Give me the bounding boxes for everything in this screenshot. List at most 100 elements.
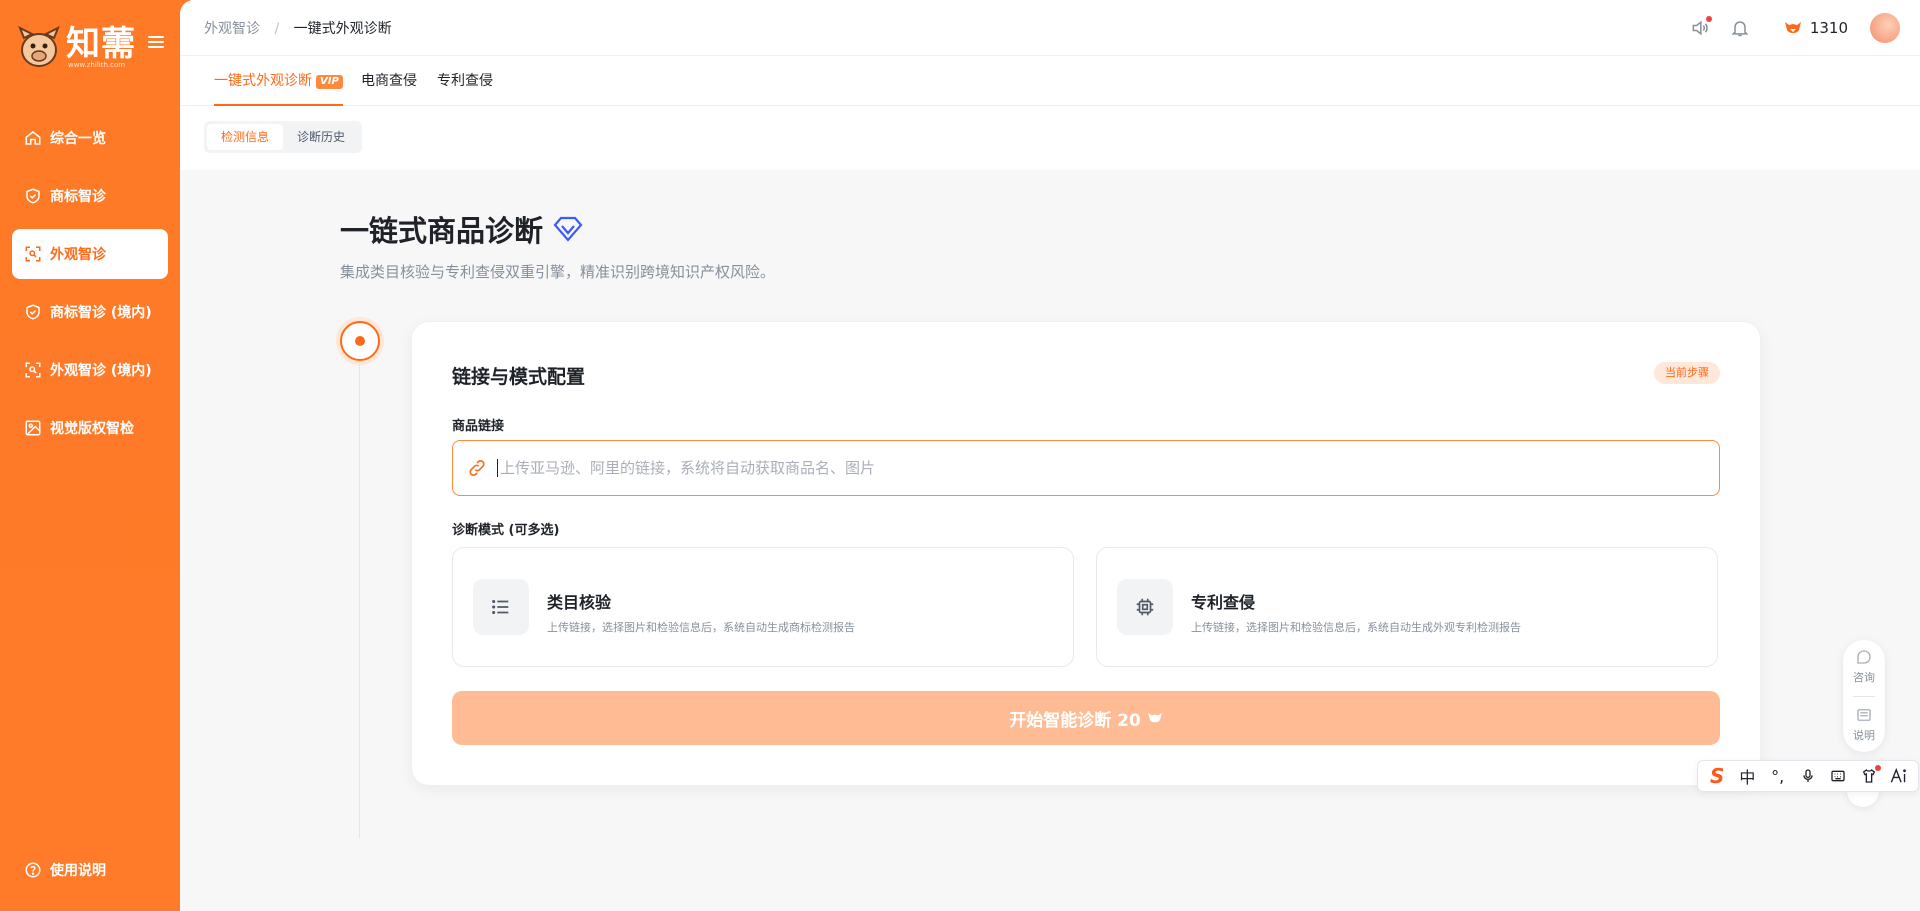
coin-count: 1310 <box>1809 19 1848 37</box>
link-icon <box>469 459 485 477</box>
subtabs: 检测信息 诊断历史 <box>204 121 363 153</box>
subtab-history[interactable]: 诊断历史 <box>283 124 359 150</box>
sidebar-item-trademark[interactable]: 商标智诊 <box>12 171 168 221</box>
link-label: 商品链接 <box>452 419 505 434</box>
brand-logo[interactable]: 知薷 www.zhilith.com <box>16 24 166 72</box>
subtab-detect-info[interactable]: 检测信息 <box>207 124 284 150</box>
sidebar-item-label: 商标智诊 (境内) <box>50 305 152 321</box>
subtabs-bar: 检测信息 诊断历史 <box>180 106 1920 170</box>
ime-punct-toggle[interactable]: °, <box>1766 764 1790 788</box>
top-right-actions: 1310 <box>1690 12 1900 44</box>
config-card: 链接与模式配置 当前步骤 商品链接 诊断模式 (可多选) 类目核验 上传链接，选… <box>411 321 1761 786</box>
guide-button[interactable]: 说明 <box>1843 706 1885 743</box>
mode-card-patent[interactable]: 专利查侵 上传链接，选择图片和检验信息后，系统自动生成外观专利检测报告 <box>1096 547 1718 667</box>
mode-label: 诊断模式 (可多选) <box>452 523 560 538</box>
home-icon <box>25 131 41 145</box>
skin-icon[interactable] <box>1857 764 1881 788</box>
main-panel: 外观智诊 / 一键式外观诊断 1310 一键式外观诊断 VIP 电商查侵 专利查… <box>180 0 1920 911</box>
tab-label: 一键式外观诊断 <box>214 73 312 89</box>
mode-icon-wrap <box>1117 579 1173 635</box>
ai-icon[interactable] <box>1887 764 1911 788</box>
avatar[interactable] <box>1870 13 1900 43</box>
notification-button[interactable] <box>1730 18 1750 38</box>
tab-one-click-design[interactable]: 一键式外观诊断 VIP <box>214 56 343 106</box>
shield-check-icon <box>26 304 40 320</box>
sidebar-item-overview[interactable]: 综合一览 <box>12 113 168 163</box>
step-line <box>359 364 360 838</box>
sidebar-item-label: 外观智诊 <box>50 247 106 263</box>
vip-badge: VIP <box>316 75 343 89</box>
unread-dot <box>1874 765 1881 771</box>
mode-name: 类目核验 <box>547 593 612 612</box>
current-step-badge: 当前步骤 <box>1654 362 1720 384</box>
fox-coin-icon <box>1784 22 1801 33</box>
start-button-label: 开始智能诊断 20 <box>1009 710 1141 731</box>
start-diagnosis-button[interactable]: 开始智能诊断 20 <box>452 691 1720 745</box>
microphone-icon[interactable] <box>1796 764 1820 788</box>
ime-lang-toggle[interactable]: 中 <box>1735 764 1759 788</box>
breadcrumb-separator: / <box>274 21 280 37</box>
link-input[interactable] <box>497 459 1677 477</box>
sidebar-item-label: 商标智诊 <box>50 189 106 205</box>
content-area: 一链式商品诊断 集成类目核验与专利查侵双重引擎，精准识别跨境知识产权风险。 链接… <box>180 170 1920 911</box>
consult-button[interactable]: 咨询 <box>1843 648 1885 685</box>
announcement-button[interactable] <box>1690 16 1712 38</box>
breadcrumb-current: 一键式外观诊断 <box>293 21 392 37</box>
mode-card-category[interactable]: 类目核验 上传链接，选择图片和检验信息后，系统自动生成商标检测报告 <box>452 547 1074 667</box>
chat-icon <box>1857 650 1871 664</box>
sidebar-item-label: 外观智诊 (境内) <box>50 363 152 379</box>
breadcrumb: 外观智诊 / 一键式外观诊断 <box>204 18 392 38</box>
mode-desc: 上传链接，选择图片和检验信息后，系统自动生成商标检测报告 <box>547 621 855 634</box>
diamond-icon <box>553 216 583 242</box>
mode-name: 专利查侵 <box>1191 593 1256 612</box>
tab-label: 电商查侵 <box>361 73 417 89</box>
guide-label: 说明 <box>1853 729 1875 742</box>
float-divider <box>1853 696 1875 697</box>
card-title: 链接与模式配置 <box>452 366 586 388</box>
consult-label: 咨询 <box>1853 671 1875 684</box>
sidebar-item-label: 视觉版权智检 <box>50 421 134 437</box>
help-label: 使用说明 <box>50 863 106 879</box>
page-title-text: 一链式商品诊断 <box>340 214 544 248</box>
sogou-logo-icon[interactable]: S <box>1705 764 1729 788</box>
bell-icon <box>1731 21 1749 37</box>
fox-coin-icon <box>1147 712 1162 723</box>
coin-balance[interactable]: 1310 <box>1784 19 1848 37</box>
unread-dot <box>1705 16 1712 22</box>
brand-url: www.zhilith.com <box>68 61 126 69</box>
sidebar-item-copyright[interactable]: 视觉版权智检 <box>12 403 168 453</box>
menu-toggle-icon[interactable] <box>148 36 164 50</box>
sidebar-item-design[interactable]: 外观智诊 <box>12 229 168 279</box>
sidebar-item-design-domestic[interactable]: 外观智诊 (境内) <box>12 345 168 395</box>
top-bar: 外观智诊 / 一键式外观诊断 1310 <box>180 0 1920 56</box>
tab-ecommerce[interactable]: 电商查侵 <box>361 56 417 106</box>
scan-icon <box>25 362 41 378</box>
book-icon <box>1857 709 1871 721</box>
mascot-icon <box>18 25 60 67</box>
help-link[interactable]: 使用说明 <box>24 860 106 880</box>
page-subtitle: 集成类目核验与专利查侵双重引擎，精准识别跨境知识产权风险。 <box>340 263 776 281</box>
scan-icon <box>25 246 41 262</box>
list-icon <box>492 599 509 615</box>
link-input-wrapper[interactable] <box>452 440 1720 496</box>
floating-help-panel: 咨询 说明 <box>1843 640 1885 752</box>
chip-icon <box>1136 598 1154 616</box>
main-tabs: 一键式外观诊断 VIP 电商查侵 专利查侵 <box>180 56 1920 106</box>
shield-check-icon <box>26 188 40 204</box>
keyboard-icon[interactable] <box>1826 764 1850 788</box>
page-title: 一链式商品诊断 <box>340 208 583 250</box>
sidebar-item-trademark-domestic[interactable]: 商标智诊 (境内) <box>12 287 168 337</box>
step-indicator <box>340 321 380 361</box>
sidebar: 知薷 www.zhilith.com 综合一览 商标智诊 外观智诊 商标智诊 (… <box>0 0 180 911</box>
image-icon <box>25 420 41 436</box>
ime-toolbar: S 中 °, <box>1697 760 1919 792</box>
mode-icon-wrap <box>473 579 529 635</box>
breadcrumb-item[interactable]: 外观智诊 <box>204 21 260 37</box>
brand-name: 知薷 <box>66 24 136 64</box>
sidebar-item-label: 综合一览 <box>50 131 106 147</box>
sidebar-nav: 综合一览 商标智诊 外观智诊 商标智诊 (境内) 外观智诊 (境内) 视觉版权智… <box>12 113 168 461</box>
mode-desc: 上传链接，选择图片和检验信息后，系统自动生成外观专利检测报告 <box>1191 621 1521 634</box>
tab-label: 专利查侵 <box>437 73 493 89</box>
help-circle-icon <box>25 862 41 878</box>
tab-patent[interactable]: 专利查侵 <box>437 56 493 106</box>
